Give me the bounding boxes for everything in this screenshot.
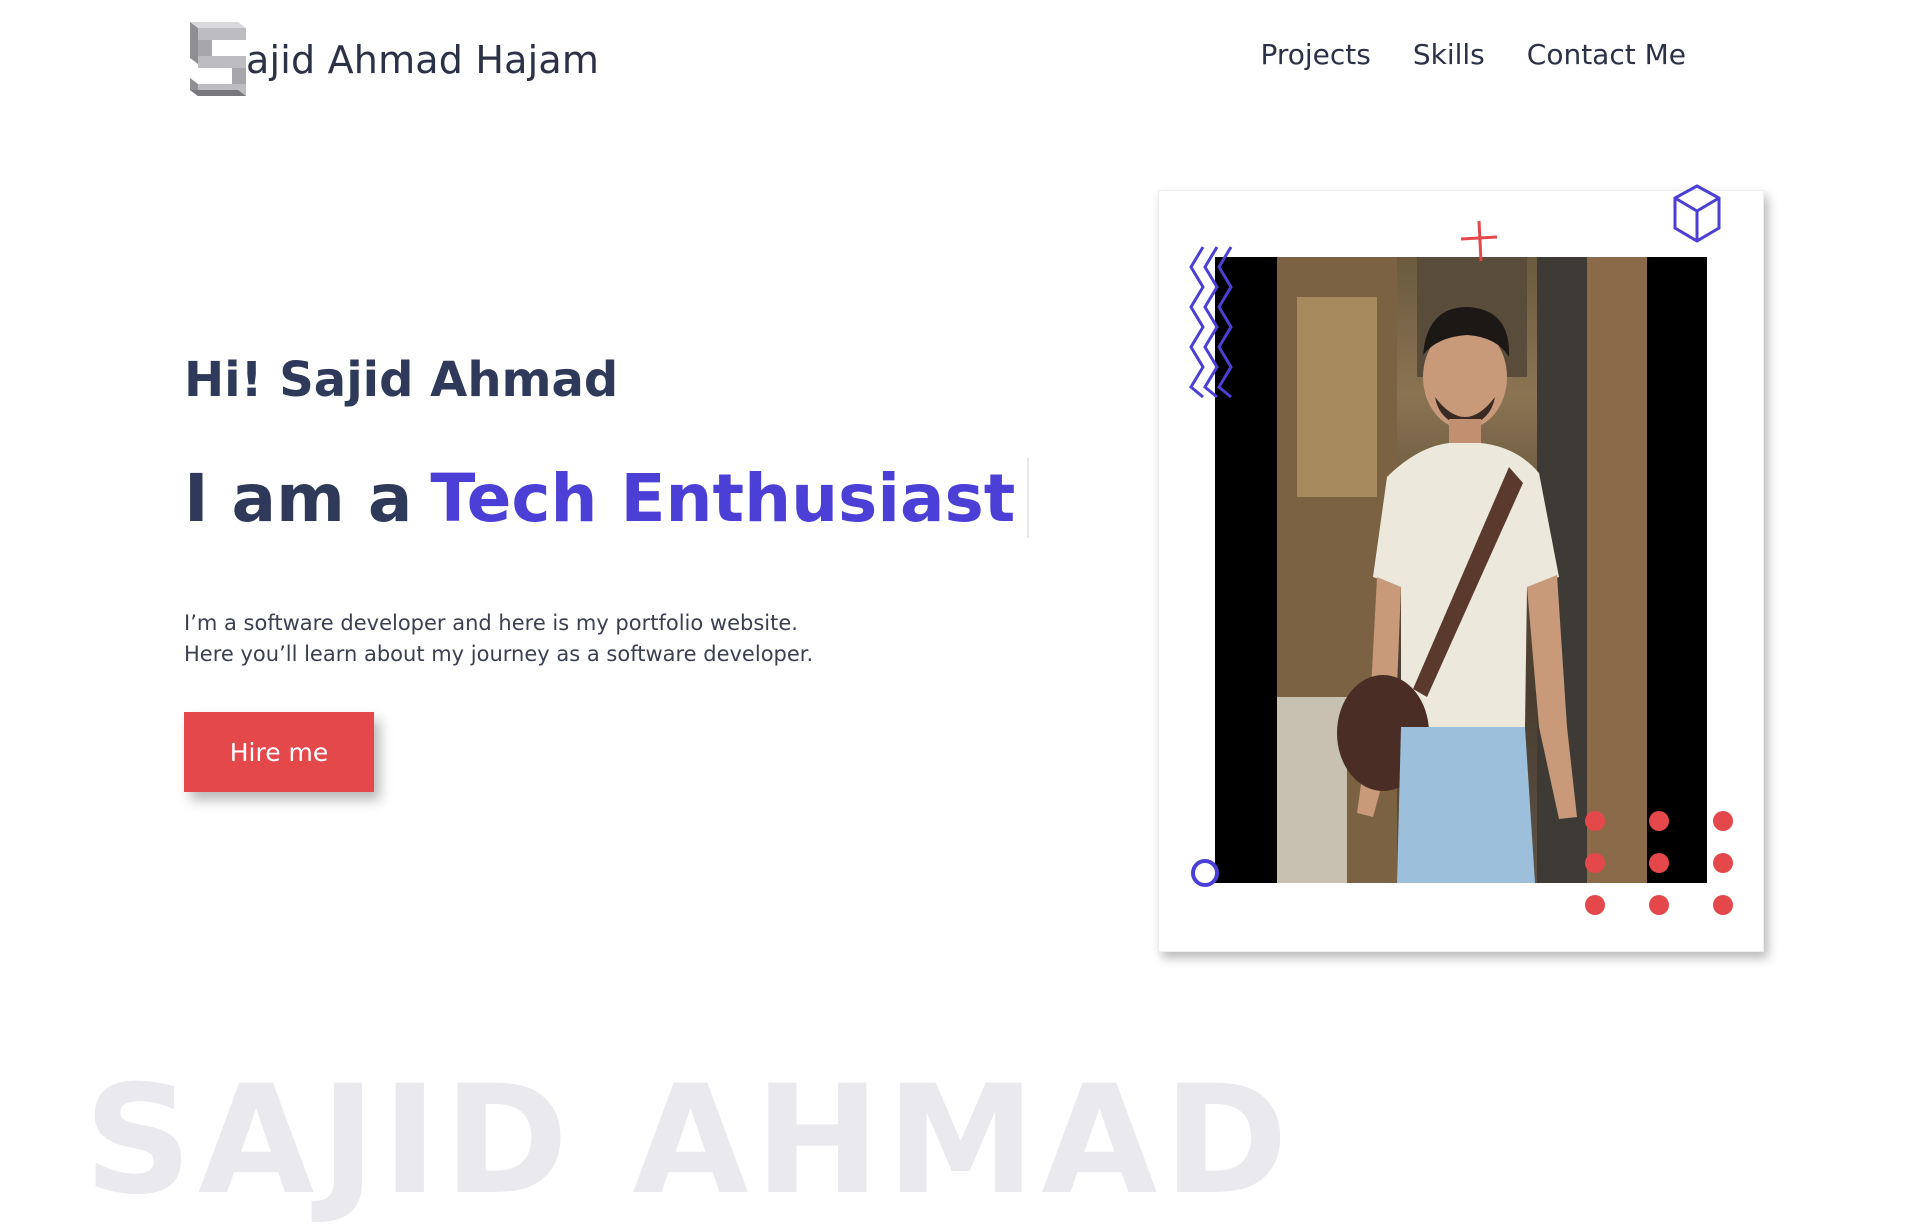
headline-typed-role: Tech Enthusiast (430, 459, 1016, 537)
nav-link-contact[interactable]: Contact Me (1527, 38, 1686, 71)
logo-3d-s-icon (190, 22, 246, 96)
plus-decoration-icon (1460, 220, 1498, 262)
profile-photo-frame (1215, 257, 1707, 883)
person-illustration (1277, 257, 1647, 883)
hero-headline: I am a Tech Enthusiast (184, 458, 1030, 538)
description-line-2: Here you’ll learn about my journey as a … (184, 642, 814, 666)
nav-link-projects[interactable]: Projects (1260, 38, 1370, 71)
hire-me-button[interactable]: Hire me (184, 712, 374, 792)
ring-decoration-icon (1191, 859, 1219, 887)
background-watermark-text: SAJID AHMAD (84, 1054, 1294, 1228)
dot-grid-decoration-icon (1585, 811, 1733, 915)
headline-prefix: I am a (184, 459, 413, 537)
typing-caret (1027, 458, 1030, 538)
description-line-1: I’m a software developer and here is my … (184, 611, 798, 635)
site-name: ajid Ahmad Hajam (246, 38, 600, 82)
site-logo[interactable]: ajid Ahmad Hajam (186, 16, 599, 104)
main-nav: Projects Skills Contact Me (1260, 38, 1686, 71)
hero-description: I’m a software developer and here is my … (184, 608, 813, 670)
profile-photo-card (1158, 184, 1764, 952)
profile-photo (1277, 257, 1647, 883)
nav-link-skills[interactable]: Skills (1413, 38, 1485, 71)
site-header: ajid Ahmad Hajam Projects Skills Contact… (0, 0, 1920, 120)
cube-decoration-icon (1673, 184, 1721, 243)
hero-greeting: Hi! Sajid Ahmad (184, 352, 619, 408)
zigzag-decoration-icon (1189, 246, 1233, 399)
